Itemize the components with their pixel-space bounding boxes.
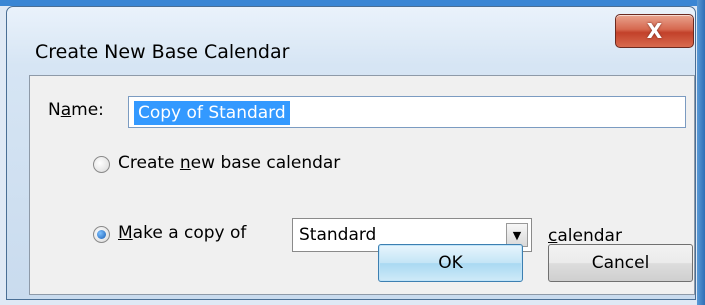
cancel-button[interactable]: Cancel bbox=[548, 244, 693, 282]
dialog-window: Create New Base Calendar X Name: Copy of… bbox=[6, 6, 696, 300]
make-copy-label[interactable]: Make a copy of bbox=[118, 223, 246, 243]
dialog-title: Create New Base Calendar bbox=[35, 41, 290, 63]
name-input[interactable]: Copy of Standard bbox=[128, 96, 686, 128]
window-frame-right bbox=[697, 0, 705, 305]
calendar-suffix-label: calendar bbox=[548, 226, 622, 246]
name-input-value: Copy of Standard bbox=[134, 101, 290, 125]
name-label: Name: bbox=[48, 100, 104, 120]
close-icon: X bbox=[646, 19, 663, 43]
create-new-radio[interactable] bbox=[93, 156, 110, 173]
create-new-label[interactable]: Create new base calendar bbox=[118, 153, 340, 173]
make-copy-radio[interactable] bbox=[93, 226, 110, 243]
dialog-body: Name: Copy of Standard Create new base c… bbox=[29, 75, 695, 295]
ok-button[interactable]: OK bbox=[378, 244, 523, 282]
calendar-select-value: Standard bbox=[299, 225, 377, 245]
close-button[interactable]: X bbox=[615, 14, 694, 48]
